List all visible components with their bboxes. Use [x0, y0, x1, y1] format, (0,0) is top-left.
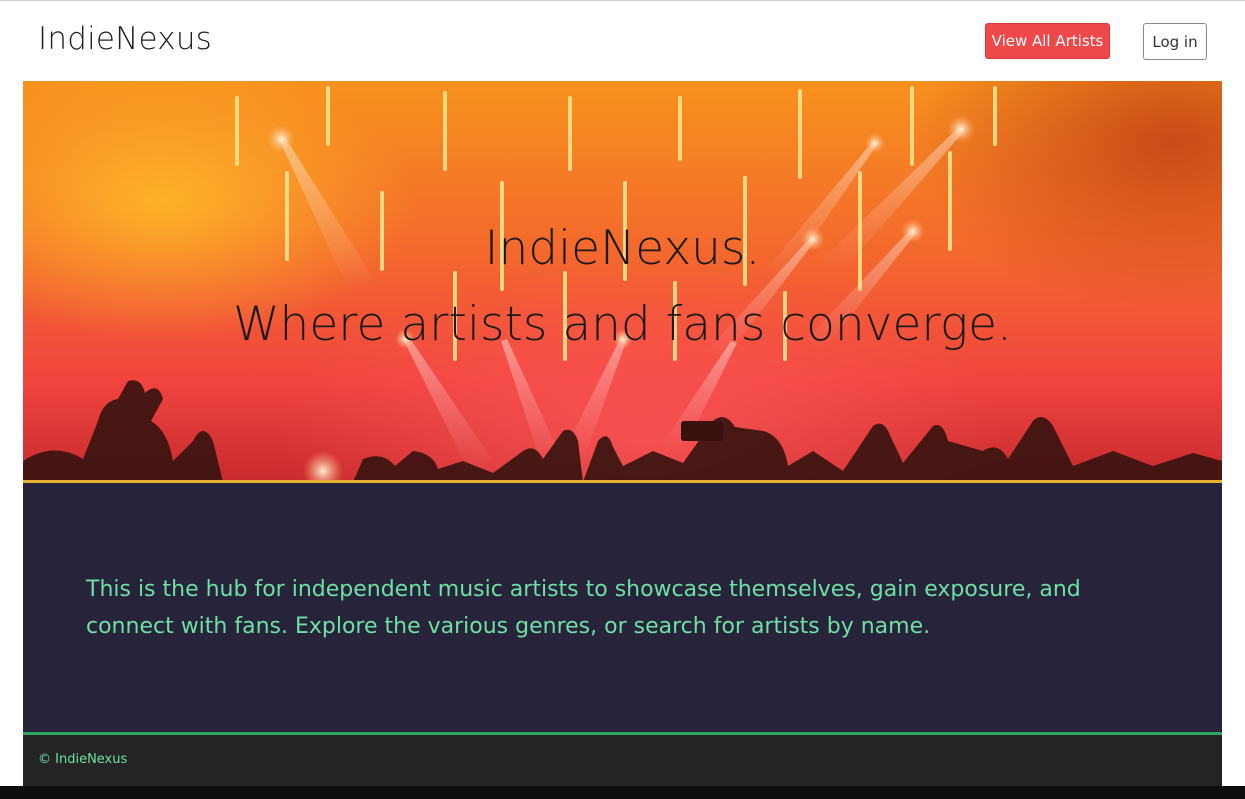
- intro-section: This is the hub for independent music ar…: [23, 483, 1222, 732]
- hero-heading-line2: Where artists and fans converge.: [233, 297, 1012, 352]
- footer-copyright: © IndieNexus: [38, 752, 128, 767]
- navbar: IndieNexus View All Artists Log in: [0, 1, 1245, 81]
- footer: © IndieNexus: [23, 735, 1222, 786]
- hero-banner: IndieNexus. Where artists and fans conve…: [23, 81, 1222, 482]
- view-all-artists-button[interactable]: View All Artists: [985, 23, 1110, 59]
- login-button[interactable]: Log in: [1143, 23, 1207, 60]
- brand-logo[interactable]: IndieNexus: [38, 21, 212, 57]
- browser-bottom-edge: [0, 786, 1245, 799]
- intro-text: This is the hub for independent music ar…: [86, 577, 1081, 639]
- hero-heading: IndieNexus. Where artists and fans conve…: [23, 211, 1222, 363]
- hero-heading-line1: IndieNexus.: [484, 221, 761, 276]
